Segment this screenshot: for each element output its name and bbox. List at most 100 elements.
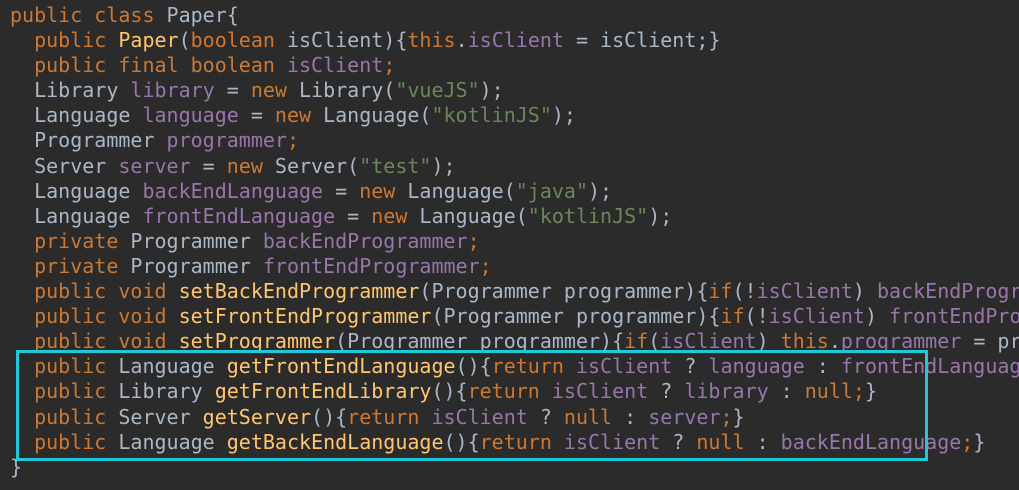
code-token-field: backEndLanguage	[780, 429, 962, 454]
code-token-plain: Library	[118, 379, 215, 404]
code-token-plain: Programmer	[130, 228, 263, 253]
code-token-field: language	[708, 354, 805, 379]
code-token-plain: Paper{	[166, 3, 239, 27]
code-token-plain: );	[588, 178, 613, 203]
code-token-plain: }	[708, 28, 721, 53]
code-token-field: isClient	[563, 429, 661, 454]
code-line: public Language getBackEndLanguage(){ret…	[10, 430, 1019, 455]
code-token-plain: Language(	[419, 203, 528, 228]
code-token-plain: }	[973, 429, 986, 454]
code-token-string: "kotlinJS"	[527, 203, 649, 228]
code-token-plain: }	[864, 379, 878, 404]
code-editor[interactable]: public class Paper{ public Paper(boolean…	[0, 0, 1019, 490]
code-token-plain: :	[804, 354, 841, 379]
code-token-keyword: public void	[10, 279, 179, 304]
code-line: public Language getFrontEndLanguage(){re…	[10, 354, 1019, 379]
code-token-method: setFrontEndProgrammer	[178, 304, 432, 329]
code-token-plain: (	[178, 28, 191, 53]
code-token-plain: Language	[10, 103, 143, 128]
code-token-field: programmer	[840, 329, 962, 354]
code-token-keyword: return	[347, 404, 432, 429]
code-token-plain: =	[190, 153, 227, 178]
code-token-string: "vueJS"	[395, 78, 480, 103]
code-line: Library library = new Library("vueJS");	[10, 78, 1019, 103]
code-token-field: isClient	[286, 53, 384, 78]
code-token-method: getServer	[202, 404, 312, 429]
code-token-keyword: null	[696, 429, 745, 454]
code-line: Language language = new Language("kotlin…	[10, 103, 1019, 128]
code-line: public Server getServer(){return isClien…	[10, 405, 1019, 430]
code-token-keyword: ;	[286, 128, 300, 153]
code-token-plain: isClient){	[286, 28, 408, 53]
code-token-keyword: return	[491, 354, 576, 379]
code-token-keyword: private	[10, 253, 131, 278]
code-token-field: isClient	[660, 329, 757, 354]
code-token-plain: (Programmer programmer){	[431, 304, 721, 329]
code-token-field: library	[130, 78, 215, 103]
code-token-method: getFrontEndLibrary	[214, 379, 432, 404]
code-token-keyword: ;	[961, 429, 974, 454]
code-token-field: frontEndLanguage	[142, 203, 336, 228]
code-token-keyword: private	[10, 228, 131, 253]
code-token-plain: Server(	[274, 153, 360, 178]
code-token-keyword: new	[226, 153, 275, 178]
code-token-field: frontEndProgrammer	[262, 253, 480, 278]
code-token-keyword: public	[10, 429, 119, 454]
code-token-plain: ?	[672, 354, 709, 379]
code-token-field: frontEndLanguage	[840, 354, 1019, 379]
code-line: public final boolean isClient;	[10, 53, 1019, 78]
code-line: public void setProgrammer(Programmer pro…	[10, 329, 1019, 354]
code-token-field: isClient	[431, 404, 528, 429]
code-token-plain: :	[768, 379, 805, 404]
code-token-field: backEndProgrammer	[262, 228, 468, 253]
code-token-string: "java"	[515, 178, 588, 203]
code-token-plain: = programmer;}	[973, 329, 1019, 354]
code-token-method: getBackEndLanguage	[226, 429, 444, 454]
code-token-plain: (Programmer programmer){	[419, 279, 709, 304]
code-token-keyword: boolean	[190, 28, 287, 53]
code-token-field: isClient	[551, 379, 649, 404]
code-line: private Programmer frontEndProgrammer;	[10, 254, 1019, 279]
code-token-plain: .	[828, 329, 841, 354]
code-token-field: isClient	[768, 304, 865, 329]
code-token-keyword: return	[479, 429, 564, 454]
code-token-keyword: public	[10, 354, 119, 379]
code-token-method: setBackEndProgrammer	[178, 279, 420, 304]
code-token-plain: );	[431, 153, 456, 178]
code-token-keyword: public void	[10, 304, 179, 329]
code-token-keyword: if	[720, 304, 745, 329]
code-token-string: "test"	[359, 153, 432, 178]
code-token-plain: )	[852, 279, 877, 304]
code-token-keyword: new	[250, 78, 300, 103]
code-token-plain: =	[323, 178, 360, 203]
code-token-keyword: public	[10, 379, 119, 404]
code-token-plain: =	[214, 78, 251, 103]
code-token-plain: Programmer	[10, 128, 167, 153]
code-token-plain: ?	[660, 429, 697, 454]
code-token-plain: =	[335, 203, 372, 228]
code-text-area[interactable]: public class Paper{ public Paper(boolean…	[10, 3, 1019, 480]
code-token-keyword: this	[407, 28, 456, 53]
code-token-field: language	[142, 103, 239, 128]
code-line: private Programmer backEndProgrammer;	[10, 229, 1019, 254]
code-token-plain: (	[648, 329, 661, 354]
code-token-plain: (){	[443, 429, 480, 454]
code-token-method: getFrontEndLanguage	[226, 354, 456, 379]
code-token-plain: (!	[732, 279, 757, 304]
code-token-field: library	[684, 379, 769, 404]
code-line: Server server = new Server("test");	[10, 154, 1019, 179]
code-token-string: "kotlinJS"	[431, 103, 552, 128]
code-token-field: frontEndProgrammer	[889, 304, 1019, 329]
code-token-plain: Language(	[407, 178, 516, 203]
code-token-keyword: public void	[10, 329, 179, 354]
code-token-keyword: if	[708, 279, 733, 304]
code-token-plain: );	[479, 78, 504, 103]
code-token-keyword: public class	[10, 3, 167, 27]
code-token-keyword: ;	[852, 379, 865, 404]
code-line: public Paper(boolean isClient){this.isCl…	[10, 28, 1019, 53]
code-token-field: isClient	[467, 28, 564, 53]
code-token-keyword: new	[359, 178, 408, 203]
code-token-plain: }	[732, 404, 745, 429]
code-token-keyword: public	[10, 28, 119, 53]
code-token-keyword: this	[780, 329, 829, 354]
